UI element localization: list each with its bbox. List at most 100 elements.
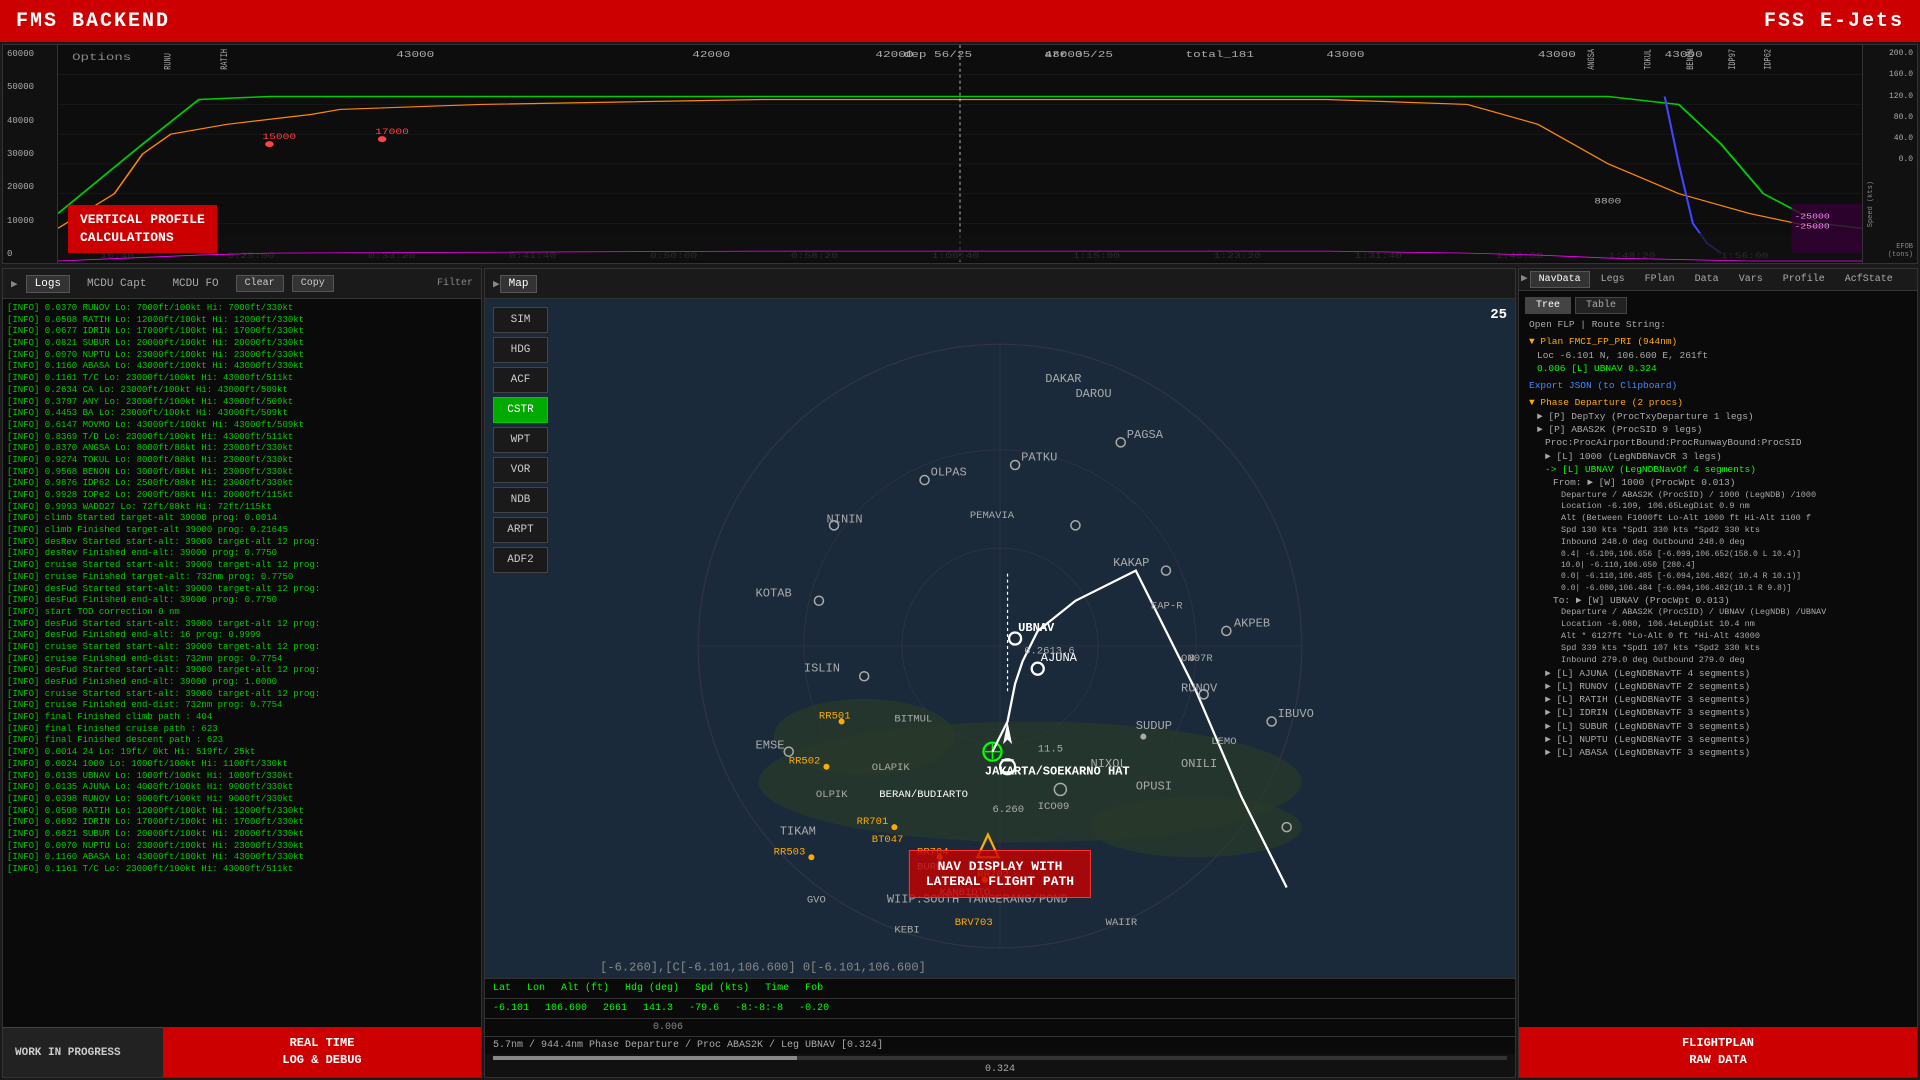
list-item: [INFO] 0.0677 IDRIN Lo: 17000ft/100kt Hi… [7, 326, 477, 338]
svg-text:BITMUL: BITMUL [894, 713, 932, 725]
svg-text:SUDUP: SUDUP [1136, 719, 1172, 733]
svg-text:GVO: GVO [807, 895, 826, 907]
dep-ixy[interactable]: ► [P] DepTxy (ProcTxyDeparture 1 legs) [1525, 410, 1911, 423]
list-item: [INFO] desFud Started start-alt: 39000 t… [7, 665, 477, 677]
tab-logs[interactable]: Logs [26, 275, 70, 293]
svg-text:PAGSA: PAGSA [1127, 428, 1164, 442]
subur[interactable]: ► [L] SUBUR (LegNDBNavTF 3 segments) [1525, 720, 1911, 733]
nav-tabs: ▶ NavData Legs FPlan Data Vars Profile A… [1519, 269, 1917, 291]
tab-fplan[interactable]: FPlan [1636, 271, 1684, 288]
list-item: [INFO] final Finished descent path : 623 [7, 735, 477, 747]
list-item: [INFO] 0.0821 SUBUR Lo: 20000ft/100kt Hi… [7, 829, 477, 841]
dep-abas[interactable]: ► [P] ABAS2K (ProcSID 9 legs) [1525, 423, 1911, 436]
map-progress-value: 0.324 [485, 1062, 1515, 1077]
map-values-bar: -6.101 106.600 2661 141.3 -79.6 -8:-8:-8… [485, 998, 1515, 1018]
tab-data[interactable]: Data [1686, 271, 1728, 288]
map-info-bar: Lat Lon Alt (ft) Hdg (deg) Spd (kts) Tim… [485, 978, 1515, 998]
nav-content[interactable]: Tree Table Open FLP | Route String: ▼ Pl… [1519, 291, 1917, 1027]
clear-button[interactable]: Clear [236, 275, 284, 292]
map-area[interactable]: OLPAS PATKU PAGSA KOTAB ISLIN KAKAP AKPE… [485, 299, 1515, 978]
svg-text:BRV703: BRV703 [955, 917, 993, 929]
svg-text:[-6.260],[C[-6.101,106.600] 0[: [-6.260],[C[-6.101,106.600] 0[-6.101,106… [600, 960, 926, 974]
navdata-panel-footer: FLIGHTPLAN RAW DATA [1519, 1027, 1917, 1077]
svg-text:ONILI: ONILI [1181, 757, 1217, 771]
abasa[interactable]: ► [L] ABASA (LegNDBNavTF 3 segments) [1525, 746, 1911, 759]
tab-map[interactable]: Map [500, 275, 538, 293]
svg-text:RR501: RR501 [819, 710, 851, 722]
svg-text:ANGSA: ANGSA [1586, 48, 1598, 70]
nuptu[interactable]: ► [L] NUPTU (LegNDBNavTF 3 segments) [1525, 733, 1911, 746]
svg-text:dep 56/25: dep 56/25 [904, 50, 972, 60]
logs-header-icon: ▶ [11, 277, 18, 291]
tab-vars[interactable]: Vars [1730, 271, 1772, 288]
tab-legs[interactable]: Legs [1592, 271, 1634, 288]
svg-text:total_181: total_181 [1186, 50, 1255, 60]
list-item: [INFO] 0.1161 T/C Lo: 23000ft/100kt Hi: … [7, 373, 477, 385]
list-item: [INFO] desRev Finished end-alt: 39000 pr… [7, 548, 477, 560]
svg-text:RR701: RR701 [857, 816, 889, 828]
svg-text:Options: Options [72, 52, 131, 63]
to-text: To: ► [W] UBNAV (ProcWpt 0.013) [1525, 594, 1911, 607]
tab-profile[interactable]: Profile [1774, 271, 1834, 288]
table-button[interactable]: Table [1575, 297, 1627, 314]
ratih[interactable]: ► [L] RATIH (LegNDBNavTF 3 segments) [1525, 693, 1911, 706]
map-range: 25 [1490, 307, 1507, 323]
idrin[interactable]: ► [L] IDRIN (LegNDBNavTF 3 segments) [1525, 706, 1911, 719]
adf2-button[interactable]: ADF2 [493, 547, 548, 573]
ajuna[interactable]: ► [L] AJUNA (LegNDBNavTF 4 segments) [1525, 667, 1911, 680]
tree-button[interactable]: Tree [1525, 297, 1571, 314]
svg-text:43000: 43000 [1326, 50, 1364, 60]
svg-text:AKPEB: AKPEB [1234, 616, 1270, 630]
copy-button[interactable]: Copy [292, 275, 334, 292]
list-item: [INFO] desFud Started start-alt: 39000 t… [7, 584, 477, 596]
acf-button[interactable]: ACF [493, 367, 548, 393]
list-item: [INFO] 0.0692 IDRIN Lo: 17000ft/100kt Hi… [7, 817, 477, 829]
tab-acfstate[interactable]: AcfState [1836, 271, 1902, 288]
tab-navdata[interactable]: NavData [1530, 271, 1590, 288]
leg-1000[interactable]: ► [L] 1000 (LegNDBNavCR 3 legs) [1525, 450, 1911, 463]
log-content[interactable]: [INFO] 0.0370 RUNOV Lo: 7000ft/100kt Hi:… [3, 299, 481, 1027]
vor-button[interactable]: VOR [493, 457, 548, 483]
list-item: [INFO] 0.6147 MOVMO Lo: 43000ft/100kt Hi… [7, 420, 477, 432]
work-in-progress-label: WORK IN PROGRESS [3, 1027, 163, 1077]
list-item: [INFO] 0.0508 RATIH Lo: 12000ft/100kt Hi… [7, 315, 477, 327]
svg-text:42000: 42000 [692, 50, 730, 60]
loc-text: Loc -6.101 N, 106.600 E, 261ft [1525, 349, 1911, 362]
svg-text:43000: 43000 [1538, 50, 1576, 60]
to-loc: Location -6.080, 106.4eLegDist 10.4 nm [1525, 619, 1911, 631]
svg-text:KAKAP: KAKAP [1113, 556, 1149, 570]
list-item: [INFO] 0.9876 IDP62 Lo: 2500ft/88kt Hi: … [7, 478, 477, 490]
svg-text:WAIIR: WAIIR [1106, 917, 1138, 929]
list-item: [INFO] 0.8370 ANGSA Lo: 8000ft/88kt Hi: … [7, 443, 477, 455]
svg-text:NIXOL: NIXOL [1091, 757, 1127, 771]
ndb-button[interactable]: NDB [493, 487, 548, 513]
sim-button[interactable]: SIM [493, 307, 548, 333]
wpt-button[interactable]: WPT [493, 427, 548, 453]
export-btn[interactable]: Export JSON (to Clipboard) [1525, 379, 1911, 392]
leg-ubnav[interactable]: -> [L] UBNAV (LegNDBNavOf 4 segments) [1525, 463, 1911, 476]
open-flp[interactable]: Open FLP | Route String: [1525, 318, 1911, 331]
svg-text:43000: 43000 [1665, 50, 1703, 60]
svg-text:TIKAM: TIKAM [780, 825, 816, 839]
arpt-button[interactable]: ARPT [493, 517, 548, 543]
list-item: [INFO] desFud Finished end-alt: 39000 pr… [7, 595, 477, 607]
vp-right-axis: 200.0 160.0 120.0 80.0 40.0 0.0 Speed (k… [1862, 45, 1917, 263]
tab-mcdu-fo[interactable]: MCDU FO [163, 275, 227, 293]
from-text: From: ► [W] 1000 (ProcWpt 0.013) [1525, 476, 1911, 489]
alt-dep: Alt (Between F1000ft Lo-Alt 1000 ft Hi-A… [1525, 513, 1911, 525]
svg-text:RATIH: RATIH [219, 49, 231, 70]
tab-mcdu-capt[interactable]: MCDU Capt [78, 275, 155, 293]
cstr-button[interactable]: CSTR [493, 397, 548, 423]
svg-text:11.5: 11.5 [1038, 744, 1063, 756]
hdg-button[interactable]: HDG [493, 337, 548, 363]
map-panel-header: ▶ Map [485, 269, 1515, 299]
svg-text:15000: 15000 [262, 133, 296, 142]
ubnav-text: 0.006 [L] UBNAV 0.324 [1525, 362, 1911, 375]
list-item: [INFO] final Finished climb path : 404 [7, 712, 477, 724]
vertical-profile-section: 60000 50000 40000 30000 20000 10000 0 Op… [2, 44, 1918, 264]
list-item: [INFO] desRev Started start-alt: 39000 t… [7, 537, 477, 549]
map-panel: ▶ Map [484, 268, 1516, 1078]
svg-text:NININ: NININ [826, 512, 862, 526]
list-item: [INFO] 0.0821 SUBUR Lo: 20000ft/100kt Hi… [7, 338, 477, 350]
runov[interactable]: ► [L] RUNOV (LegNDBNavTF 2 segments) [1525, 680, 1911, 693]
